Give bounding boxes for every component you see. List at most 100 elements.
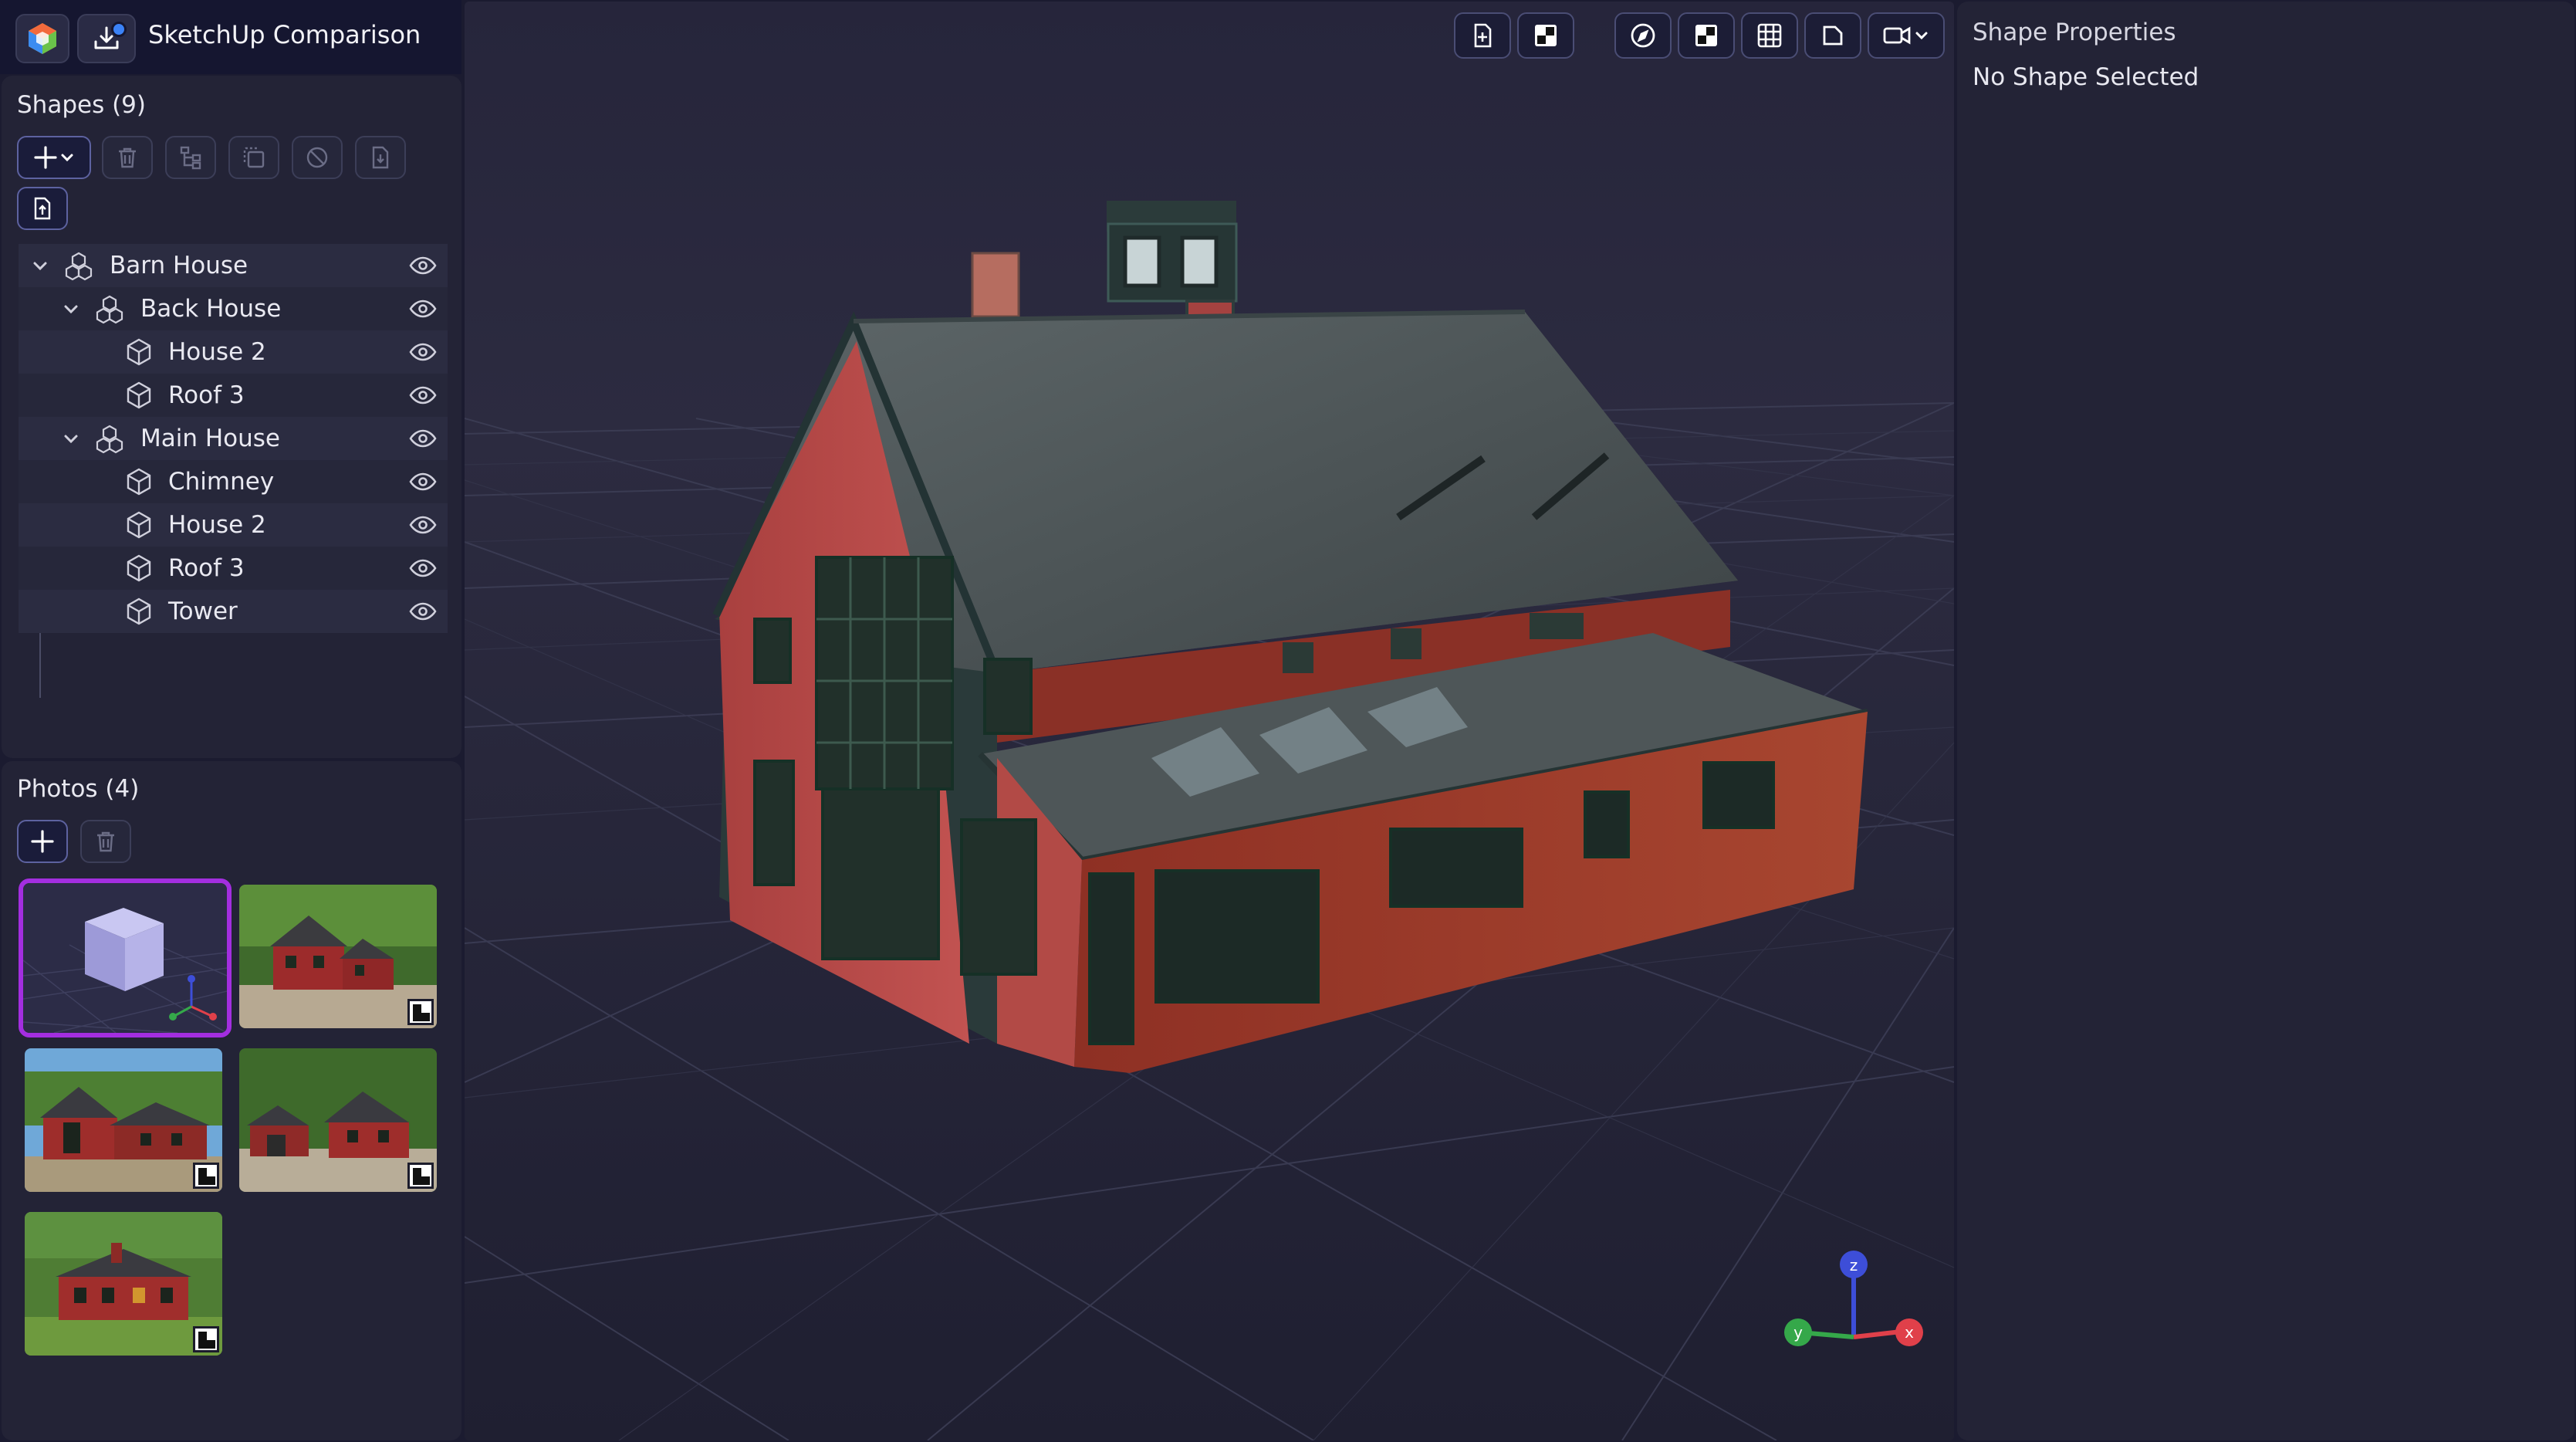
grid-icon xyxy=(1757,23,1782,48)
eye-icon[interactable] xyxy=(409,384,437,407)
delete-shape-button[interactable] xyxy=(102,136,153,179)
eye-icon[interactable] xyxy=(409,427,437,450)
photo-thumbnail[interactable] xyxy=(25,1212,222,1356)
eye-icon[interactable] xyxy=(409,470,437,493)
photo-thumbnail[interactable] xyxy=(239,885,437,1028)
import-shape-button[interactable] xyxy=(355,136,406,179)
eye-icon[interactable] xyxy=(409,513,437,537)
file-plus-icon xyxy=(1474,23,1492,48)
video-camera-icon xyxy=(1883,26,1911,45)
tree-item-label: Roof 3 xyxy=(168,381,245,409)
tree-row-house-2[interactable]: House 2 xyxy=(19,330,448,374)
tree-row-roof-3[interactable]: Roof 3 xyxy=(19,374,448,417)
scene-canvas[interactable]: z x y xyxy=(465,2,1954,1440)
tree-item-label: House 2 xyxy=(168,511,266,539)
marker-icon xyxy=(407,999,434,1025)
chevron-down-icon[interactable] xyxy=(62,429,80,448)
checker-icon xyxy=(1695,25,1717,46)
no-selection-message: No Shape Selected xyxy=(1973,63,2199,91)
cube-logo-icon xyxy=(29,23,56,54)
chevron-down-icon xyxy=(61,154,73,162)
hierarchy-icon xyxy=(180,146,201,170)
cube-icon xyxy=(127,468,151,496)
tree-row-roof-3[interactable]: Roof 3 xyxy=(19,547,448,590)
grid-button[interactable] xyxy=(1741,12,1798,59)
add-photo-button[interactable] xyxy=(1454,12,1511,59)
axis-x-label: x xyxy=(1905,1323,1914,1342)
trash-icon xyxy=(97,831,114,852)
axis-z-label: z xyxy=(1850,1256,1858,1274)
marker-icon xyxy=(193,1326,219,1352)
eye-icon[interactable] xyxy=(409,600,437,623)
tree-row-barn-house[interactable]: Barn House xyxy=(19,244,448,287)
tree-item-label: Barn House xyxy=(110,252,248,279)
properties-title: Shape Properties xyxy=(1973,19,2176,46)
compass-button[interactable] xyxy=(1614,12,1672,59)
eye-icon[interactable] xyxy=(409,557,437,580)
photo-thumbnail[interactable] xyxy=(239,1048,437,1192)
trash-icon xyxy=(119,147,136,168)
tree-item-label: Chimney xyxy=(168,468,275,496)
title-bar: SketchUp Comparison xyxy=(0,0,461,74)
chevron-down-icon[interactable] xyxy=(62,300,80,318)
axis-y-label: y xyxy=(1793,1323,1803,1342)
chimney[interactable] xyxy=(971,252,1020,318)
add-shape-button[interactable] xyxy=(17,136,91,179)
cube-icon xyxy=(127,554,151,582)
app-logo-button[interactable] xyxy=(15,14,69,63)
shapes-panel: Shapes (9) Barn House Back House House 2… xyxy=(2,76,461,758)
shape-button[interactable] xyxy=(1804,12,1861,59)
file-import-icon xyxy=(372,146,389,169)
group-icon xyxy=(96,295,123,324)
tree-row-house-2[interactable]: House 2 xyxy=(19,503,448,547)
download-button[interactable] xyxy=(77,14,136,63)
file-export-icon xyxy=(34,197,51,220)
marker-icon xyxy=(193,1163,219,1189)
app-title: SketchUp Comparison xyxy=(148,20,421,49)
add-photo-button[interactable] xyxy=(17,820,68,863)
shapes-panel-title: Shapes (9) xyxy=(17,91,146,119)
export-shape-button[interactable] xyxy=(17,187,68,230)
camera-button[interactable] xyxy=(1868,12,1945,59)
marker-icon xyxy=(407,1163,434,1189)
square-icon xyxy=(1823,25,1843,46)
tree-row-back-house[interactable]: Back House xyxy=(19,287,448,330)
tree-item-label: Roof 3 xyxy=(168,554,245,582)
chevron-down-icon[interactable] xyxy=(31,256,49,275)
tree-row-main-house[interactable]: Main House xyxy=(19,417,448,460)
texture-button[interactable] xyxy=(1678,12,1735,59)
photo-thumbnail-model-view[interactable] xyxy=(19,878,232,1037)
ban-icon xyxy=(306,147,328,168)
tree-row-chimney[interactable]: Chimney xyxy=(19,460,448,503)
checker-icon xyxy=(1535,25,1557,46)
plus-icon xyxy=(31,830,54,853)
photos-panel-title: Photos (4) xyxy=(17,775,140,803)
tree-item-label: House 2 xyxy=(168,338,266,366)
compass-icon xyxy=(1631,23,1655,48)
tree-row-tower[interactable]: Tower xyxy=(19,590,448,633)
photo-thumbnail[interactable] xyxy=(25,1048,222,1192)
plus-icon xyxy=(34,146,57,169)
eye-icon[interactable] xyxy=(409,340,437,364)
shape-properties-panel: Shape Properties No Shape Selected xyxy=(1957,2,2574,1440)
tree-item-label: Main House xyxy=(140,425,281,452)
cube-icon xyxy=(127,381,151,409)
delete-photo-button[interactable] xyxy=(80,820,131,863)
group-shapes-button[interactable] xyxy=(165,136,216,179)
3d-viewport[interactable]: z x y xyxy=(465,2,1954,1440)
cube-preview-icon xyxy=(23,883,227,1033)
hide-shape-button[interactable] xyxy=(292,136,343,179)
marker-button[interactable] xyxy=(1517,12,1574,59)
group-icon xyxy=(65,252,93,281)
tree-item-label: Back House xyxy=(140,295,282,323)
tree-item-label: Tower xyxy=(168,597,238,625)
photos-panel: Photos (4) xyxy=(2,761,461,1440)
cube-icon xyxy=(127,338,151,366)
eye-icon[interactable] xyxy=(409,297,437,320)
group-icon xyxy=(96,425,123,454)
eye-icon[interactable] xyxy=(409,254,437,277)
duplicate-shape-button[interactable] xyxy=(228,136,279,179)
notification-dot xyxy=(111,22,127,37)
cube-icon xyxy=(127,511,151,539)
chevron-down-icon xyxy=(1915,32,1928,40)
